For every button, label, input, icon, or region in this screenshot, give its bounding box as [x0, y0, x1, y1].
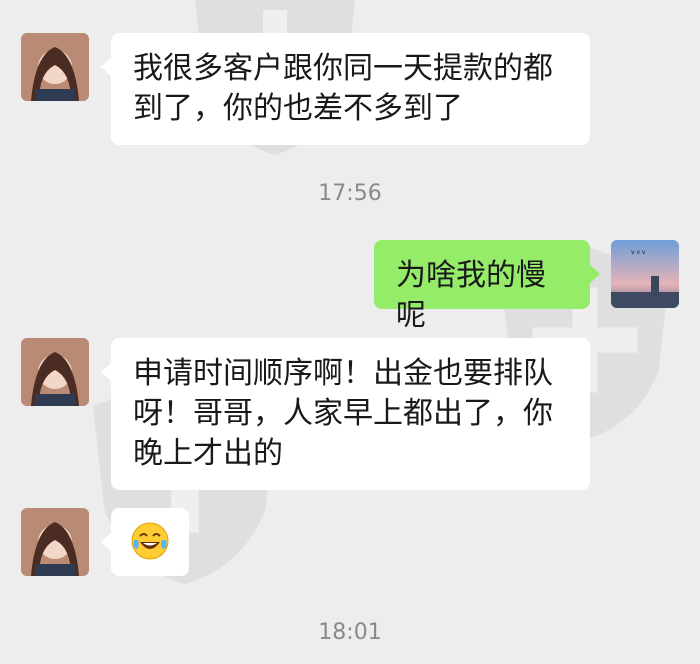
tears-of-joy-emoji — [131, 522, 169, 560]
contact-avatar[interactable] — [21, 338, 89, 406]
message-bubble-incoming[interactable]: 我很多客户跟你同一天提款的都到了，你的也差不多到了 — [101, 33, 590, 145]
message-text: 我很多客户跟你同一天提款的都到了，你的也差不多到了 — [133, 51, 553, 126]
message-text: 申请时间顺序啊！出金也要排队呀！哥哥，人家早上都出了，你晚上才出的 — [133, 356, 553, 471]
message-bubble-outgoing[interactable]: 为啥我的慢呢 — [374, 240, 600, 333]
message-bubble-incoming[interactable] — [101, 508, 189, 576]
timestamp: 17:56 — [318, 181, 382, 206]
timestamp: 18:01 — [318, 620, 382, 645]
contact-avatar[interactable] — [21, 33, 89, 101]
message-bubble-incoming[interactable]: 申请时间顺序啊！出金也要排队呀！哥哥，人家早上都出了，你晚上才出的 — [101, 338, 590, 490]
self-avatar[interactable]: v v v — [611, 240, 679, 308]
message-text: 为啥我的慢呢 — [396, 258, 546, 333]
svg-text:v v v: v v v — [631, 249, 646, 256]
contact-avatar[interactable] — [21, 508, 89, 576]
